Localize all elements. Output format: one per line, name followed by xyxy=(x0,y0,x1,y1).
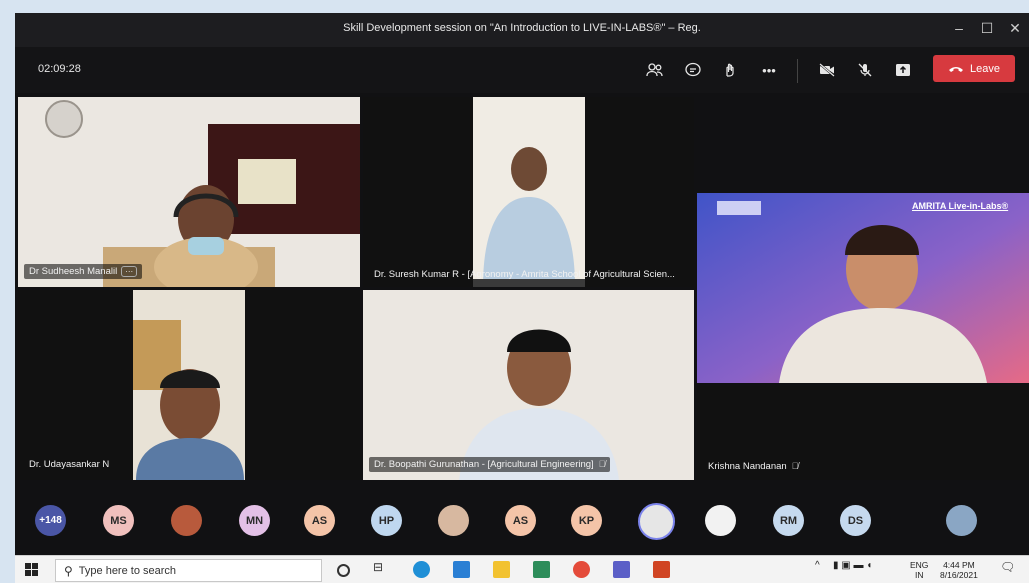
participant-name: Dr. Suresh Kumar R - [Agronomy - Amrita … xyxy=(374,269,675,280)
share-screen-icon[interactable] xyxy=(891,59,915,81)
avatar[interactable] xyxy=(946,505,977,536)
notifications-icon[interactable]: 🗨 xyxy=(1000,560,1015,574)
participant-avatar-strip: +148 MS MN AS HP AS KP RM DS xyxy=(15,501,1029,541)
cortana-icon[interactable] xyxy=(337,564,350,577)
task-view-icon[interactable]: ⊟ xyxy=(373,560,390,577)
avatar[interactable]: RM xyxy=(773,505,804,536)
avatar[interactable] xyxy=(705,505,736,536)
window-title: Skill Development session on "An Introdu… xyxy=(343,22,701,34)
taskbar-search-box[interactable]: ⚲ Type here to search xyxy=(55,559,322,582)
input-language[interactable]: ENG IN xyxy=(910,560,928,580)
video-tile-udayasankar[interactable]: Dr. Udayasankar N xyxy=(18,290,360,480)
language-label: ENG xyxy=(910,560,929,570)
mic-off-icon: 🎙̸ xyxy=(598,459,606,469)
participant-name: Dr. Boopathi Gurunathan - [Agricultural … xyxy=(369,457,611,472)
file-explorer-icon[interactable] xyxy=(493,561,510,578)
chat-icon[interactable] xyxy=(681,59,705,81)
avatar[interactable]: MN xyxy=(239,505,270,536)
video-tile-sudheesh[interactable]: Dr Sudheesh Manalil ··· xyxy=(18,97,360,287)
camera-off-icon[interactable] xyxy=(815,59,839,81)
search-placeholder: Type here to search xyxy=(78,564,177,577)
avatar[interactable]: DS xyxy=(840,505,871,536)
system-clock[interactable]: 4:44 PM 8/16/2021 xyxy=(940,560,978,580)
participant-name: Krishna Nandanan 🎙̸ xyxy=(708,461,798,472)
close-button[interactable]: ✕ xyxy=(1001,17,1029,39)
leave-button[interactable]: Leave xyxy=(933,55,1015,82)
maximize-button[interactable]: ☐ xyxy=(973,17,1001,39)
mic-off-icon: 🎙̸ xyxy=(791,461,799,471)
avatar[interactable] xyxy=(438,505,469,536)
avatar[interactable]: AS xyxy=(505,505,536,536)
participant-video xyxy=(133,290,245,480)
participant-video xyxy=(473,97,585,287)
more-participants-count[interactable]: +148 xyxy=(35,505,66,536)
participant-video xyxy=(363,290,694,480)
tray-icons[interactable]: ▮ ▣ ▬ ◖ xyxy=(833,560,872,571)
participant-name-text: Krishna Nandanan xyxy=(708,461,787,472)
powerpoint-icon[interactable] xyxy=(653,561,670,578)
avatar-active-speaker[interactable] xyxy=(638,503,675,540)
video-tile-boopathi[interactable]: Dr. Boopathi Gurunathan - [Agricultural … xyxy=(363,290,694,480)
meeting-toolbar: 02:09:28 ••• Leave xyxy=(15,47,1029,93)
tray-chevron-icon[interactable]: ^ xyxy=(815,560,820,571)
windows-start-icon[interactable] xyxy=(25,563,38,576)
clock-time: 4:44 PM xyxy=(943,560,975,570)
title-bar: Skill Development session on "An Introdu… xyxy=(15,13,1029,47)
participant-name-text: Dr Sudheesh Manalil xyxy=(29,266,118,277)
video-tile-shared-content[interactable]: AMRITA Live-in-Labs® xyxy=(697,193,1029,383)
participant-name-text: Dr. Boopathi Gurunathan - [Agricultural … xyxy=(374,459,594,470)
slide-brand-text: AMRITA Live-in-Labs® xyxy=(912,201,1009,211)
store-icon[interactable] xyxy=(453,561,470,578)
leave-label: Leave xyxy=(970,62,1000,75)
windows-taskbar: ⚲ Type here to search ⊟ ^ ▮ ▣ ▬ ◖ ENG IN… xyxy=(15,555,1029,583)
minimize-button[interactable]: – xyxy=(945,17,973,39)
more-actions-icon[interactable]: ••• xyxy=(757,59,781,81)
participant-video xyxy=(697,193,1029,383)
participant-video xyxy=(18,97,360,287)
teams-meeting-window: Skill Development session on "An Introdu… xyxy=(15,13,1029,555)
reactions-icon[interactable] xyxy=(719,59,743,81)
avatar[interactable]: MS xyxy=(103,505,134,536)
edge-icon[interactable] xyxy=(413,561,430,578)
toolbar-divider xyxy=(797,59,798,83)
video-tile-suresh[interactable]: Dr. Suresh Kumar R - [Agronomy - Amrita … xyxy=(363,97,694,287)
participants-icon[interactable] xyxy=(643,59,667,81)
meeting-timer: 02:09:28 xyxy=(38,63,81,75)
mic-off-icon[interactable] xyxy=(853,59,877,81)
participant-name: Dr. Udayasankar N xyxy=(29,459,110,470)
app-icon[interactable] xyxy=(533,561,550,578)
teams-icon[interactable] xyxy=(613,561,630,578)
phone-hangup-icon xyxy=(949,66,963,72)
search-icon: ⚲ xyxy=(64,563,73,578)
participant-name: Dr Sudheesh Manalil ··· xyxy=(24,264,143,279)
chrome-icon[interactable] xyxy=(573,561,590,578)
avatar[interactable]: KP xyxy=(571,505,602,536)
more-options-icon[interactable]: ··· xyxy=(121,266,138,277)
region-label: IN xyxy=(914,570,924,580)
avatar[interactable]: AS xyxy=(304,505,335,536)
clock-date: 8/16/2021 xyxy=(940,570,978,580)
avatar[interactable]: HP xyxy=(371,505,402,536)
video-tile-krishna[interactable]: Krishna Nandanan 🎙̸ xyxy=(697,386,1029,480)
avatar[interactable] xyxy=(171,505,202,536)
